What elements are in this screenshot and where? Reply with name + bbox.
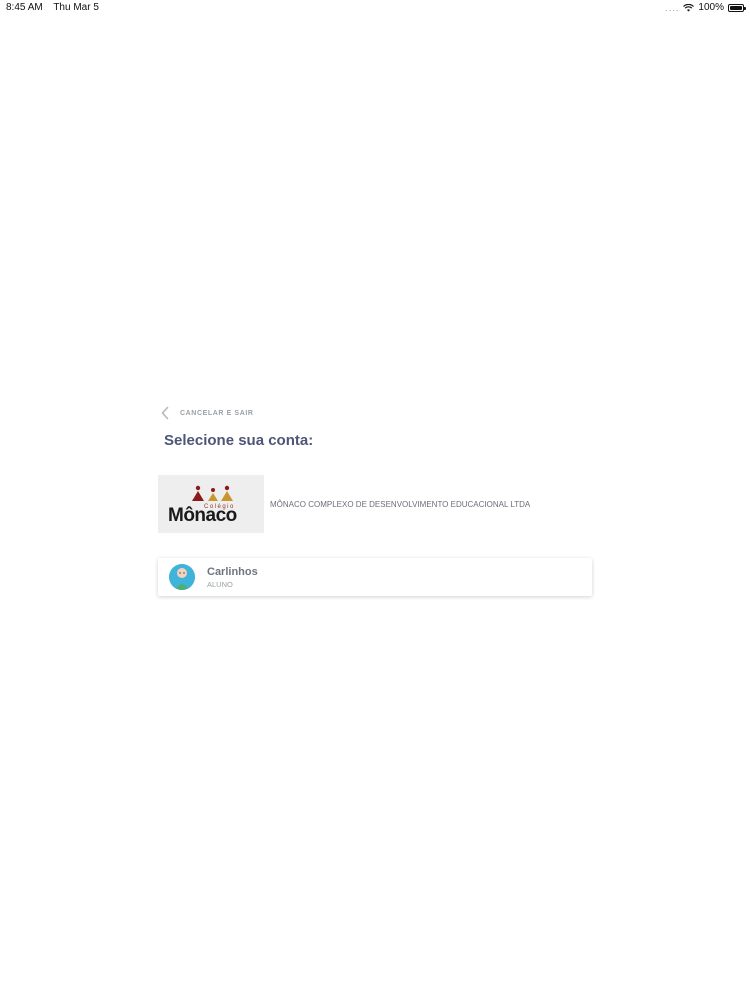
logo-wordmark: Mônaco <box>168 505 237 526</box>
wifi-icon <box>683 3 695 11</box>
battery-percent: 100% <box>698 2 724 13</box>
status-bar: 8:45 AM Thu Mar 5 .... 100% <box>0 0 750 16</box>
account-card[interactable]: Carlinhos ALUNO <box>158 558 592 596</box>
cancel-and-exit-label: CANCELAR E SAIR <box>180 409 254 417</box>
account-role: ALUNO <box>207 579 233 589</box>
student-avatar-icon <box>169 564 195 590</box>
status-time: 8:45 AM <box>6 2 43 13</box>
cancel-and-exit-button[interactable]: CANCELAR E SAIR <box>160 406 254 420</box>
status-right: .... 100% <box>665 2 746 13</box>
status-left: 8:45 AM Thu Mar 5 <box>6 2 107 13</box>
avatar <box>169 564 195 590</box>
account-text: Carlinhos ALUNO <box>207 566 258 589</box>
signal-icon: .... <box>665 2 680 13</box>
logo-figures-icon <box>192 485 233 501</box>
battery-icon <box>728 3 746 12</box>
school-row: Colégio Mônaco MÔNACO COMPLEXO DE DESENV… <box>158 475 530 533</box>
page-title: Selecione sua conta: <box>164 432 314 449</box>
school-name: MÔNACO COMPLEXO DE DESENVOLVIMENTO EDUCA… <box>270 499 531 509</box>
account-name: Carlinhos <box>207 565 258 578</box>
chevron-left-icon <box>161 406 169 420</box>
school-logo: Colégio Mônaco <box>158 475 264 533</box>
status-date: Thu Mar 5 <box>53 2 99 13</box>
